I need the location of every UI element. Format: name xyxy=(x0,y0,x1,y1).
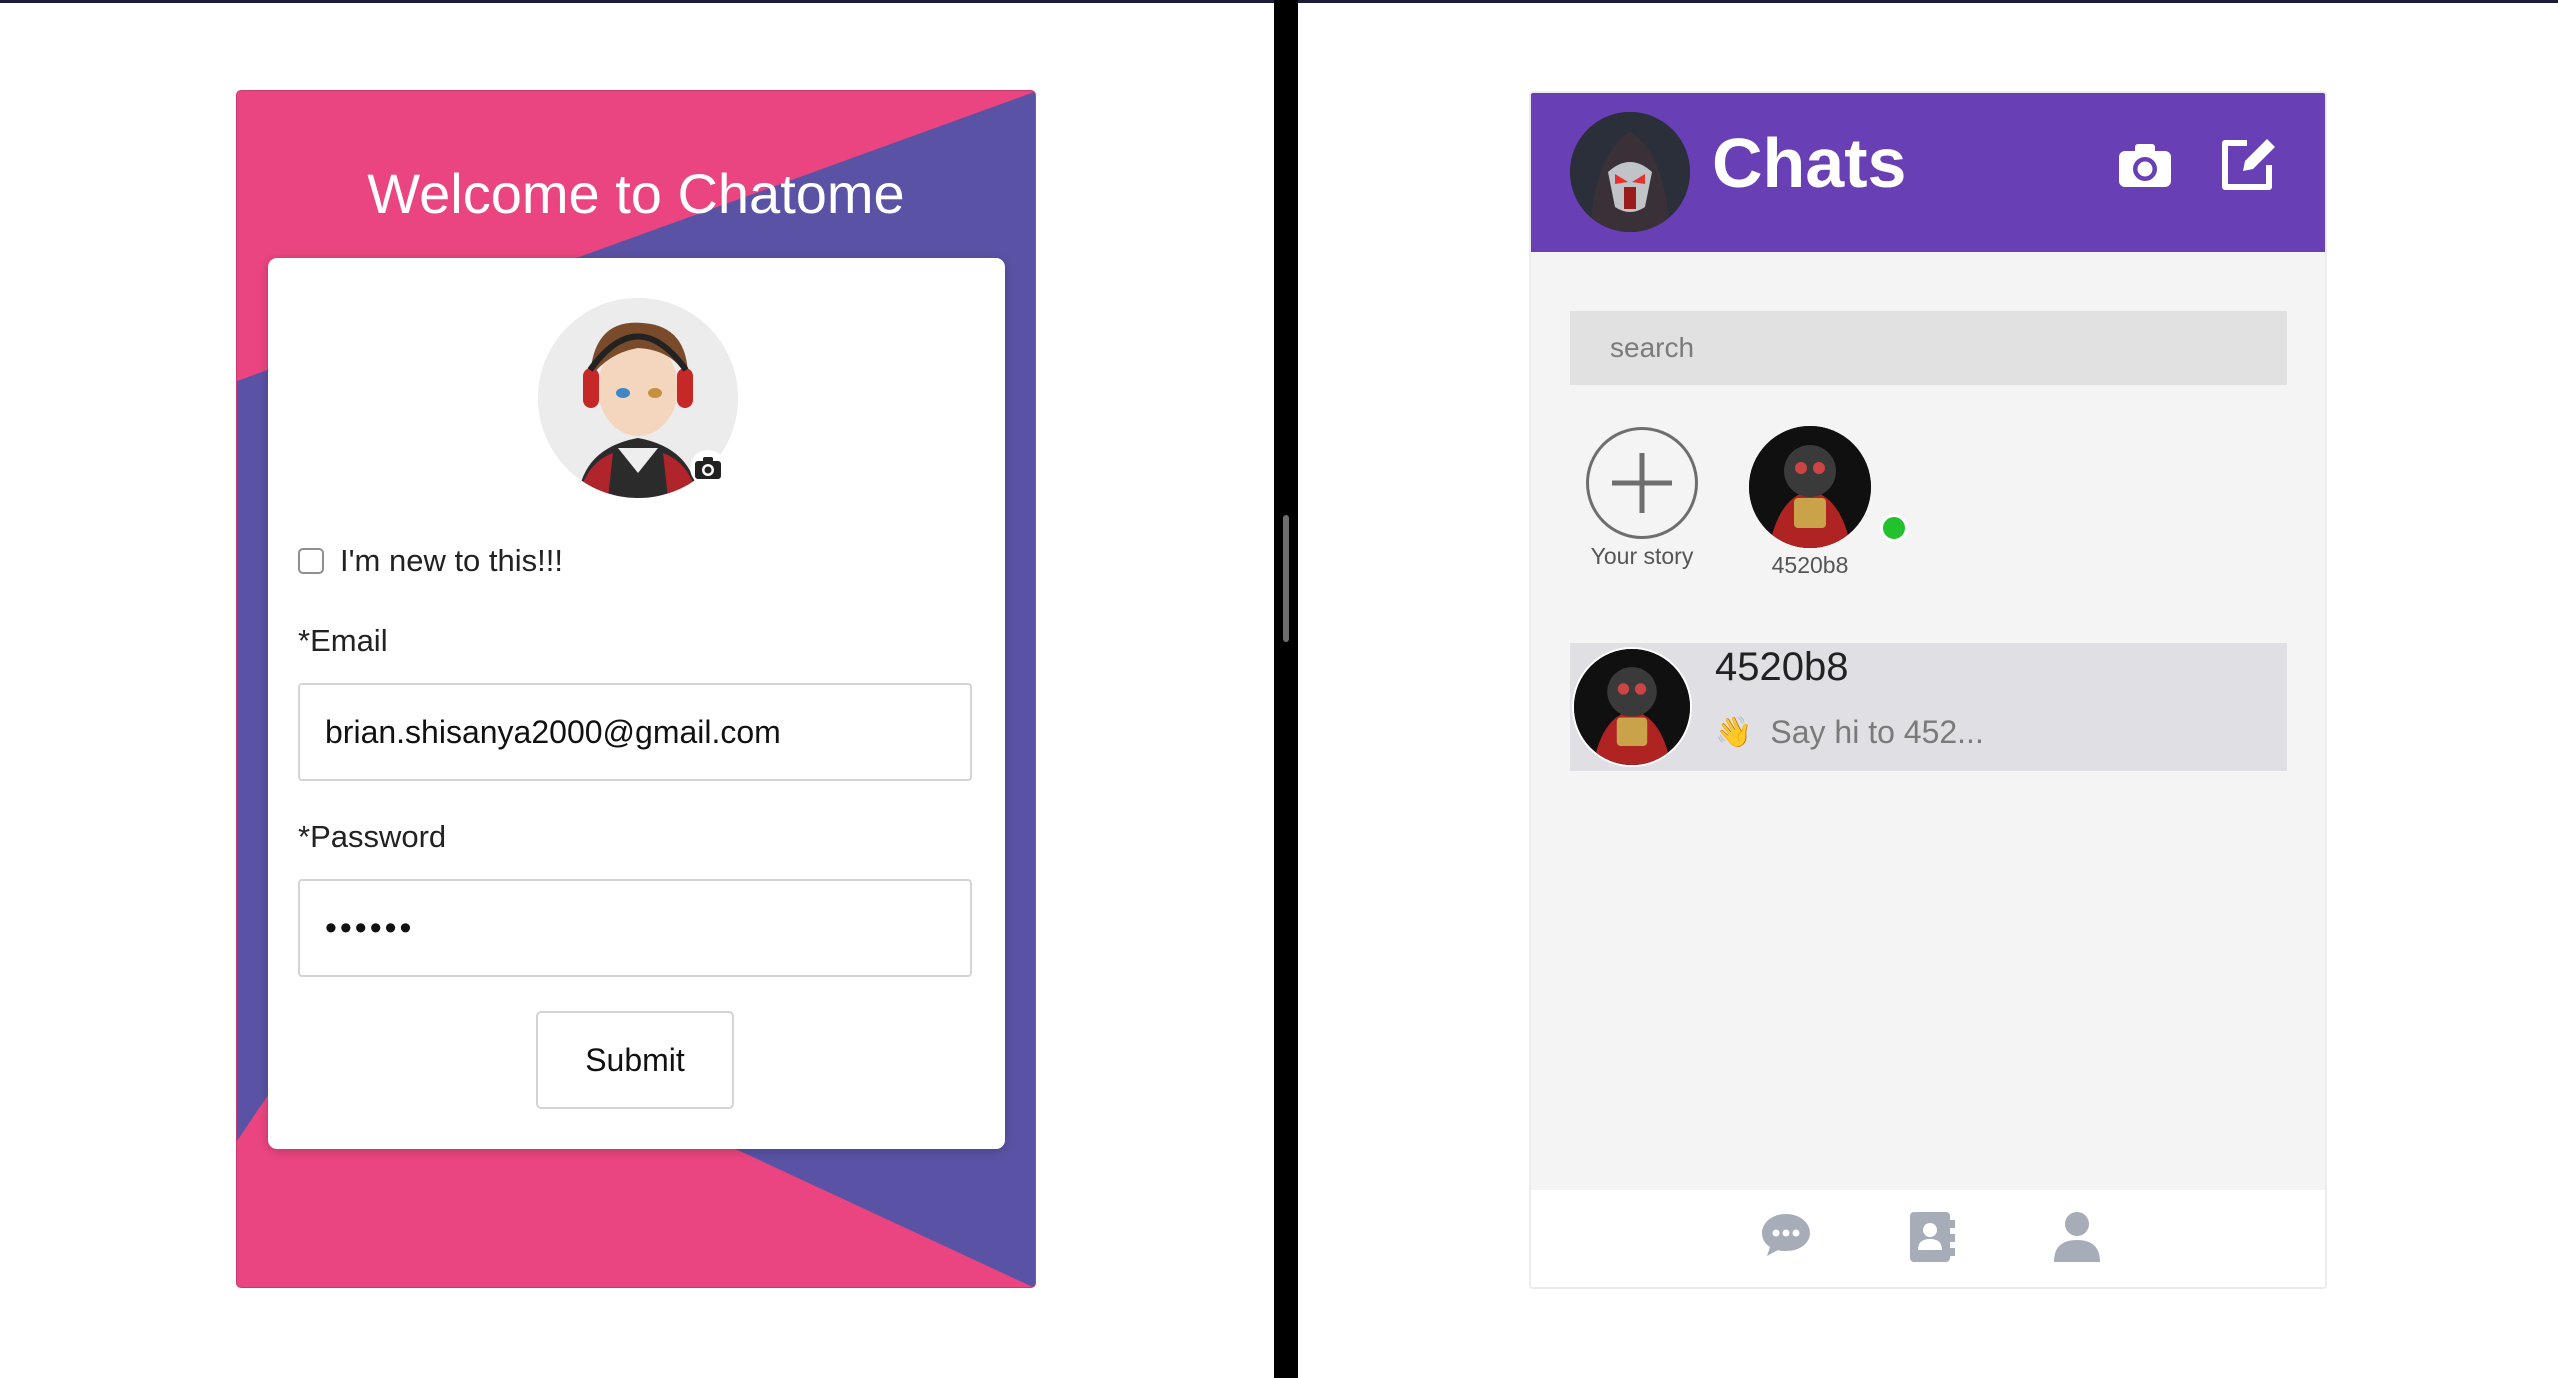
contact-story[interactable]: 4520b8 xyxy=(1725,426,1908,579)
login-card: Welcome to Chatome I'm new to this!!! *E… xyxy=(236,90,1036,1288)
search-placeholder: search xyxy=(1610,332,1695,363)
your-story[interactable]: Your story xyxy=(1557,427,1727,570)
user-avatar[interactable] xyxy=(1570,112,1690,232)
story-avatar[interactable] xyxy=(1749,426,1871,548)
camera-icon[interactable] xyxy=(690,450,726,486)
pane-divider[interactable] xyxy=(1274,0,1298,1378)
divider-grip-handle[interactable] xyxy=(1283,515,1289,642)
conversation-avatar xyxy=(1572,647,1692,767)
email-value: brian.shisanya2000@gmail.com xyxy=(325,713,781,750)
conversation-name: 4520b8 xyxy=(1715,645,1849,689)
bottom-nav xyxy=(1531,1190,2325,1287)
new-user-checkbox-label: I'm new to this!!! xyxy=(340,543,563,578)
email-field[interactable]: brian.shisanya2000@gmail.com xyxy=(298,683,972,781)
chat-header: Chats xyxy=(1531,93,2325,252)
submit-button[interactable]: Submit xyxy=(536,1011,734,1109)
password-label: *Password xyxy=(298,819,447,854)
login-title: Welcome to Chatome xyxy=(367,162,905,225)
conversation-preview-text: Say hi to 452... xyxy=(1770,714,1984,750)
password-field[interactable]: •••••• xyxy=(298,879,972,977)
chat-app: Chats search Your story 4520b8 4520b8 👋 … xyxy=(1529,91,2327,1289)
camera-icon[interactable] xyxy=(2117,141,2173,194)
story-label: Your story xyxy=(1590,543,1694,569)
search-input[interactable]: search xyxy=(1570,311,2287,385)
new-user-checkbox-row[interactable]: I'm new to this!!! xyxy=(298,543,563,579)
profile-icon[interactable] xyxy=(2052,1210,2102,1269)
plus-icon[interactable] xyxy=(1586,427,1698,539)
compose-icon[interactable] xyxy=(2217,135,2279,198)
conversation-row[interactable]: 4520b8 👋 Say hi to 452... xyxy=(1570,643,2287,771)
chat-bubble-icon[interactable] xyxy=(1759,1210,1813,1265)
login-form: I'm new to this!!! *Email brian.shisanya… xyxy=(268,258,1005,1149)
story-label: 4520b8 xyxy=(1771,552,1849,578)
chats-title: Chats xyxy=(1712,124,1907,202)
waving-hand-icon: 👋 xyxy=(1715,716,1753,749)
conversation-preview: 👋 Say hi to 452... xyxy=(1715,714,1984,751)
password-value: •••••• xyxy=(325,908,415,947)
new-user-checkbox[interactable] xyxy=(298,548,324,574)
email-label: *Email xyxy=(298,623,388,658)
contacts-icon[interactable] xyxy=(1908,1210,1956,1269)
online-status-dot xyxy=(1880,514,1908,542)
